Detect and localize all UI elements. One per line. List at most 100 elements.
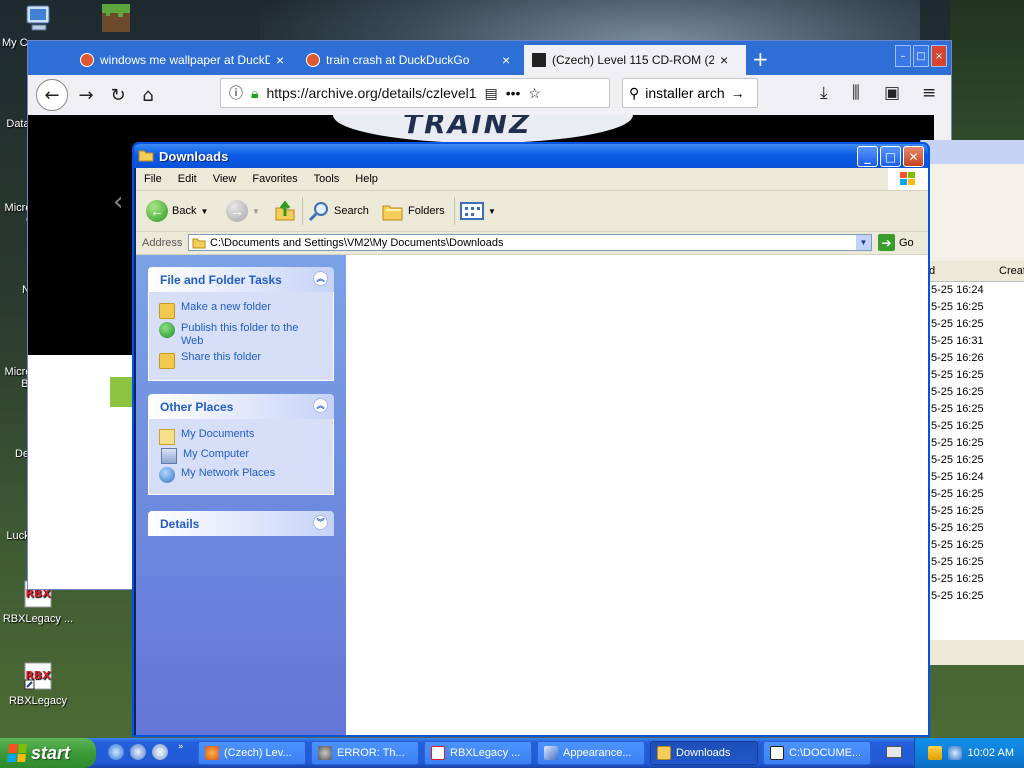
desktop-icon-minecraft[interactable] bbox=[76, 2, 156, 37]
clock[interactable]: 10:02 AM bbox=[968, 747, 1014, 759]
maximize-button[interactable]: □ bbox=[913, 45, 929, 67]
download-icon[interactable]: ⤓ bbox=[820, 83, 828, 103]
home-button[interactable]: ⌂ bbox=[134, 81, 162, 109]
info-icon[interactable]: ⓘ bbox=[229, 83, 243, 103]
place-network-places[interactable]: My Network Places bbox=[159, 467, 323, 483]
task-label[interactable]: Make a new folder bbox=[181, 301, 271, 314]
close-icon[interactable]: × bbox=[502, 52, 510, 68]
bookmark-star-icon[interactable]: ☆ bbox=[528, 85, 541, 102]
file-row-date[interactable]: 5-25 16:25 bbox=[931, 571, 984, 588]
taskbar-button-appearance[interactable]: Appearance... bbox=[537, 741, 645, 765]
taskbar-button-7zip[interactable]: C:\DOCUME... bbox=[763, 741, 871, 765]
panel-header[interactable]: Details ︾ bbox=[148, 511, 334, 536]
menu-tools[interactable]: Tools bbox=[306, 173, 348, 185]
panel-header[interactable]: Other Places ︽ bbox=[148, 394, 334, 419]
keyboard-icon[interactable] bbox=[886, 746, 902, 758]
address-input[interactable]: C:\Documents and Settings\VM2\My Documen… bbox=[188, 234, 872, 251]
menu-icon[interactable]: ≡ bbox=[922, 83, 936, 103]
back-button[interactable]: ← bbox=[36, 79, 68, 111]
close-button[interactable]: ✕ bbox=[903, 146, 924, 167]
maximize-button[interactable]: □ bbox=[880, 146, 901, 167]
back-button[interactable]: ← Back ▼ bbox=[146, 197, 208, 225]
close-icon[interactable]: × bbox=[276, 52, 284, 68]
taskbar-button-downloads[interactable]: Downloads bbox=[650, 741, 758, 765]
task-label[interactable]: Publish this folder to the Web bbox=[181, 322, 323, 348]
search-button[interactable]: Search bbox=[308, 197, 369, 225]
place-label[interactable]: My Computer bbox=[183, 448, 249, 461]
minimize-button[interactable]: _ bbox=[857, 146, 878, 167]
file-view[interactable] bbox=[346, 255, 928, 735]
forward-button[interactable]: → bbox=[72, 81, 100, 109]
place-label[interactable]: My Documents bbox=[181, 428, 254, 441]
security-shield-icon[interactable] bbox=[927, 746, 942, 760]
task-label[interactable]: Share this folder bbox=[181, 351, 261, 364]
file-row-date[interactable]: 5-25 16:25 bbox=[931, 588, 984, 605]
forward-button[interactable]: → ▼ bbox=[226, 197, 260, 225]
url-text[interactable]: https://archive.org/details/czlevel115 bbox=[266, 85, 476, 101]
taskbar-button-rbxlegacy[interactable]: RBXLegacy ... bbox=[424, 741, 532, 765]
file-row-date[interactable]: 5-25 16:26 bbox=[931, 350, 984, 367]
file-row-date[interactable]: 5-25 16:31 bbox=[931, 333, 984, 350]
chevron-down-icon[interactable]: ▼ bbox=[856, 235, 871, 250]
quick-launch-icon[interactable] bbox=[130, 744, 146, 760]
menu-view[interactable]: View bbox=[205, 173, 245, 185]
file-row-date[interactable]: 5-25 16:25 bbox=[931, 452, 984, 469]
page-actions-icon[interactable]: ••• bbox=[506, 85, 521, 101]
file-row-date[interactable]: 5-25 16:25 bbox=[931, 401, 984, 418]
file-row-date[interactable]: 5-25 16:25 bbox=[931, 486, 984, 503]
minimize-button[interactable]: – bbox=[895, 45, 911, 67]
search-go-icon[interactable]: → bbox=[731, 85, 745, 101]
place-my-documents[interactable]: My Documents bbox=[159, 428, 323, 445]
file-row-date[interactable]: 5-25 16:25 bbox=[931, 299, 984, 316]
file-row-date[interactable]: 5-25 16:25 bbox=[931, 435, 984, 452]
menu-help[interactable]: Help bbox=[347, 173, 386, 185]
url-bar[interactable]: ⓘ 🔒︎ https://archive.org/details/czlevel… bbox=[220, 78, 610, 108]
file-row-date[interactable]: 5-25 16:25 bbox=[931, 554, 984, 571]
file-row-date[interactable]: 5-25 16:25 bbox=[931, 367, 984, 384]
go-button[interactable]: ➔ Go bbox=[878, 234, 914, 251]
sidebar-icon[interactable]: ▣ bbox=[884, 83, 900, 103]
chevron-left-icon[interactable]: ‹ bbox=[113, 187, 123, 217]
file-row-date[interactable]: 5-25 16:24 bbox=[931, 282, 984, 299]
file-row-date[interactable]: 5-25 16:25 bbox=[931, 537, 984, 554]
menu-edit[interactable]: Edit bbox=[170, 173, 205, 185]
chevron-down-icon[interactable]: ▼ bbox=[488, 207, 496, 216]
close-icon[interactable]: × bbox=[720, 52, 728, 68]
file-row-date[interactable]: 5-25 16:25 bbox=[931, 316, 984, 333]
file-row-date[interactable]: 5-25 16:25 bbox=[931, 418, 984, 435]
place-label[interactable]: My Network Places bbox=[181, 467, 275, 480]
internet-explorer-icon[interactable] bbox=[108, 744, 124, 760]
views-button[interactable]: ▼ bbox=[460, 197, 496, 225]
chevron-down-icon[interactable]: ︾ bbox=[313, 515, 328, 530]
chevron-down-icon[interactable]: ▼ bbox=[200, 207, 208, 216]
column-header-created[interactable]: Creat bbox=[999, 265, 1024, 277]
menu-favorites[interactable]: Favorites bbox=[244, 173, 305, 185]
address-text[interactable]: C:\Documents and Settings\VM2\My Documen… bbox=[210, 237, 503, 249]
search-bar[interactable]: ⚲ installer arch → bbox=[622, 78, 758, 108]
library-icon[interactable]: ⫼ bbox=[852, 83, 860, 103]
title-bar[interactable]: Downloads _ □ ✕ bbox=[134, 144, 928, 168]
file-row-date[interactable]: 5-25 16:24 bbox=[931, 469, 984, 486]
close-button[interactable]: × bbox=[931, 45, 947, 67]
start-button[interactable]: start bbox=[0, 738, 96, 768]
menu-file[interactable]: File bbox=[136, 173, 170, 185]
search-text[interactable]: installer arch bbox=[645, 85, 724, 101]
panel-header[interactable]: File and Folder Tasks ︽ bbox=[148, 267, 334, 292]
file-row-date[interactable]: 5-25 16:25 bbox=[931, 520, 984, 537]
media-player-icon[interactable] bbox=[152, 744, 168, 760]
tab-archive[interactable]: (Czech) Level 115 CD-ROM (2004 × bbox=[524, 45, 746, 75]
chevron-down-icon[interactable]: ▼ bbox=[252, 207, 260, 216]
folders-button[interactable]: Folders bbox=[382, 197, 445, 225]
taskbar-button-firefox[interactable]: (Czech) Lev... bbox=[198, 741, 306, 765]
tab-ddg-wallpaper[interactable]: windows me wallpaper at DuckDuckGo × bbox=[72, 45, 294, 75]
background-explorer-window[interactable]: d Creat 5-25 16:24 5-25 16:25 5-25 16:25 5-… bbox=[920, 140, 1024, 665]
file-row-date[interactable]: 5-25 16:25 bbox=[931, 384, 984, 401]
chevron-up-icon[interactable]: ︽ bbox=[313, 271, 328, 286]
taskbar-button-error[interactable]: ERROR: Th... bbox=[311, 741, 419, 765]
desktop-icon-rbxlegacy-2[interactable]: RBX RBXLegacy bbox=[0, 660, 78, 707]
explorer-window[interactable]: Downloads _ □ ✕ File Edit View Favorites… bbox=[132, 142, 930, 737]
task-make-new-folder[interactable]: Make a new folder bbox=[159, 301, 323, 319]
up-folder-button[interactable] bbox=[274, 197, 296, 225]
reload-button[interactable]: ↻ bbox=[104, 81, 132, 109]
task-share-folder[interactable]: Share this folder bbox=[159, 351, 323, 369]
